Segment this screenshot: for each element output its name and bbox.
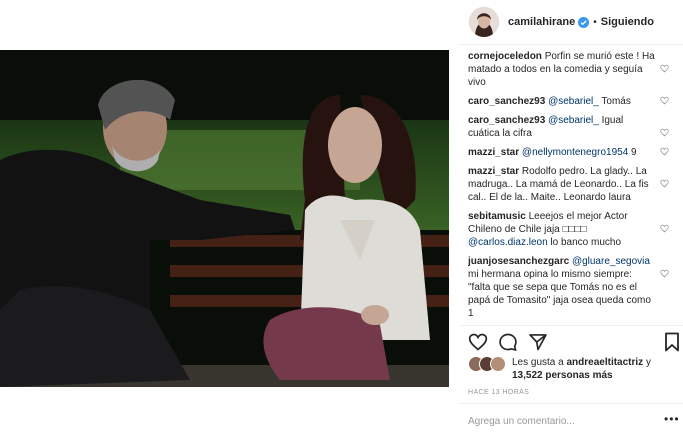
action-bar (468, 332, 548, 352)
comment-heart-icon[interactable] (660, 96, 669, 105)
likes-count[interactable]: 13,522 personas más (512, 370, 613, 381)
comment-text: lo banco mucho (547, 237, 622, 248)
comments-divider (460, 325, 683, 326)
comment-item: cornejoceledon Porfin se murió este ! Ha… (468, 50, 673, 89)
comment-item: caro_sanchez93 @sebariel_ Tomás (468, 95, 673, 108)
share-icon[interactable] (528, 332, 548, 352)
comment-item: mazzi_star Rodolfo pedro. La glady.. La … (468, 165, 673, 204)
post-image[interactable] (0, 50, 449, 387)
comment-mention[interactable]: @nellymontenegro1954 (522, 147, 628, 158)
liker-username[interactable]: andreaeltitactriz (566, 357, 643, 368)
comment-heart-icon[interactable] (660, 224, 669, 233)
comment-text: mi hermana opina lo mismo siempre: "falt… (468, 269, 651, 319)
comment-username[interactable]: sebitamusic (468, 211, 526, 222)
footer-divider (460, 403, 683, 404)
comment-username[interactable]: caro_sanchez93 (468, 96, 545, 107)
username[interactable]: camilahirane (508, 16, 575, 28)
likes-mid: y (643, 357, 651, 368)
likes-prefix: Les gusta a (512, 357, 567, 368)
comment-mention[interactable]: @gluare_segovia (572, 256, 650, 267)
comment-item: caro_sanchez93 @sebariel_ Igual cuática … (468, 114, 673, 140)
liker-avatars (468, 356, 508, 374)
following-button[interactable]: Siguiendo (601, 16, 654, 28)
more-options-icon[interactable]: ••• (664, 412, 680, 426)
likes-row: Les gusta a andreaeltitactriz y 13,522 p… (468, 356, 672, 382)
comments-list: cornejoceledon Porfin se murió este ! Ha… (468, 50, 673, 325)
comment-heart-icon[interactable] (660, 64, 669, 73)
comment-heart-icon[interactable] (660, 269, 669, 278)
comment-username[interactable]: mazzi_star (468, 166, 519, 177)
comment-mention[interactable]: @sebariel_ (548, 96, 599, 107)
comment-heart-icon[interactable] (660, 128, 669, 137)
comment-mention[interactable]: @carlos.diaz.leon (468, 237, 548, 248)
add-comment-input[interactable]: Agrega un comentario... (468, 416, 575, 427)
post-timestamp[interactable]: HACE 13 HORAS (468, 389, 529, 396)
likes-text: Les gusta a andreaeltitactriz y 13,522 p… (512, 356, 672, 382)
liker-avatar[interactable] (490, 356, 506, 372)
comment-item: sebitamusic Leeejos el mejor Actor Chile… (468, 210, 673, 249)
comment-heart-icon[interactable] (660, 147, 669, 156)
post-header: camilahirane • Siguiendo (460, 0, 683, 44)
comment-text: Tomás (598, 96, 631, 107)
heart-icon[interactable] (468, 332, 488, 352)
comment-username[interactable]: juanjosesanchezgarc (468, 256, 569, 267)
avatar[interactable] (469, 7, 499, 37)
comment-mention[interactable]: @sebariel_ (548, 115, 599, 126)
verified-icon (578, 16, 590, 28)
separator-dot: • (593, 16, 597, 28)
comment-username[interactable]: cornejoceledon (468, 51, 542, 62)
comment-item: juanjosesanchezgarc @gluare_segovia mi h… (468, 255, 673, 320)
bookmark-icon[interactable] (664, 332, 680, 352)
header-divider (460, 44, 683, 45)
comment-item: mazzi_star @nellymontenegro1954 9 (468, 146, 673, 159)
comment-icon[interactable] (498, 332, 518, 352)
comment-heart-icon[interactable] (660, 179, 669, 188)
comment-username[interactable]: mazzi_star (468, 147, 519, 158)
comment-username[interactable]: caro_sanchez93 (468, 115, 545, 126)
comment-text: 9 (628, 147, 637, 158)
